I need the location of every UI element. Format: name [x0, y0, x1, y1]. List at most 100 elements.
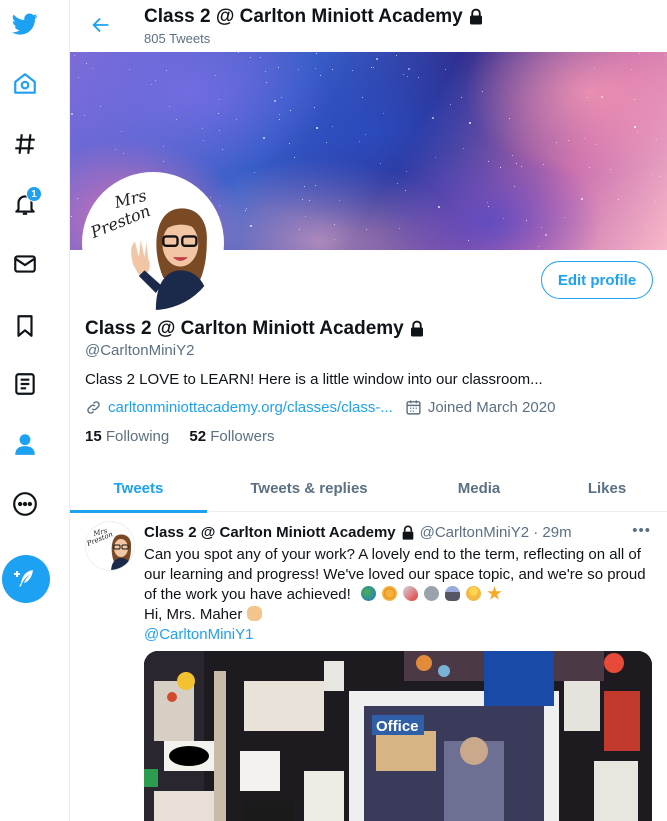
- banner-star: [645, 225, 646, 226]
- banner-star: [263, 137, 265, 139]
- banner-star: [332, 126, 333, 127]
- banner-star: [332, 69, 333, 70]
- banner-star: [279, 114, 280, 115]
- banner-star: [294, 157, 295, 158]
- bookmarks-icon[interactable]: [0, 306, 50, 346]
- banner-star: [289, 143, 290, 144]
- notification-badge: 1: [26, 186, 42, 202]
- banner-star: [115, 149, 116, 150]
- banner-star: [488, 206, 489, 207]
- tab-tweets[interactable]: Tweets: [70, 464, 207, 513]
- banner-star: [77, 198, 78, 199]
- banner-star: [432, 117, 434, 119]
- home-icon[interactable]: [0, 64, 50, 104]
- banner-star: [512, 155, 513, 156]
- banner-star: [594, 68, 595, 69]
- page-title: Class 2 @ Carlton Miniott Academy: [144, 6, 485, 28]
- banner-star: [326, 142, 327, 143]
- profile-avatar[interactable]: Mrs Preston: [82, 172, 224, 314]
- profile-name: Class 2 @ Carlton Miniott Academy: [85, 318, 426, 340]
- banner-star: [514, 186, 515, 187]
- feather-plus-icon: [14, 570, 33, 587]
- more-options-icon[interactable]: [0, 484, 50, 524]
- tab-media[interactable]: Media: [411, 464, 547, 512]
- tab-tweets-replies[interactable]: Tweets & replies: [207, 464, 411, 512]
- banner-star: [219, 99, 220, 100]
- emoji-row: [360, 586, 508, 603]
- messages-mail-icon[interactable]: [0, 244, 50, 284]
- banner-star: [245, 210, 246, 211]
- banner-star: [503, 218, 504, 219]
- profile-website-link[interactable]: carltonminiottacademy.org/classes/class-…: [108, 399, 393, 416]
- tweet-mention-link[interactable]: @CarltonMiniY1: [144, 625, 654, 645]
- followers-link[interactable]: 52 Followers: [189, 428, 274, 445]
- following-link[interactable]: 15 Following: [85, 428, 169, 445]
- lists-icon[interactable]: [0, 364, 50, 404]
- banner-star: [250, 225, 252, 227]
- edit-profile-button[interactable]: Edit profile: [541, 261, 653, 299]
- banner-star: [634, 126, 636, 128]
- banner-star: [315, 68, 316, 69]
- profile-bio: Class 2 LOVE to LEARN! Here is a little …: [85, 371, 543, 388]
- banner-star: [568, 140, 569, 141]
- banner-star: [366, 229, 367, 230]
- banner-star: [405, 190, 406, 191]
- tweet-media-image[interactable]: Office: [144, 651, 652, 821]
- banner-star: [339, 200, 340, 201]
- banner-star: [543, 164, 544, 165]
- banner-star: [397, 183, 398, 184]
- banner-star: [290, 110, 291, 111]
- tweet[interactable]: Mrs Preston Class 2 @ Carlton Miniott Ac…: [70, 513, 667, 821]
- banner-star: [298, 69, 299, 70]
- rocket-emoji-icon: [402, 586, 418, 601]
- banner-star: [169, 106, 170, 107]
- banner-star: [487, 202, 488, 203]
- banner-star: [71, 113, 73, 115]
- banner-star: [123, 153, 124, 154]
- banner-star: [521, 166, 522, 167]
- banner-star: [468, 240, 469, 241]
- twitter-logo-icon[interactable]: [0, 4, 50, 44]
- banner-star: [218, 113, 219, 114]
- banner-star: [587, 97, 588, 98]
- banner-star: [236, 119, 237, 120]
- banner-star: [584, 138, 585, 139]
- banner-star: [469, 122, 471, 124]
- profile-icon[interactable]: [0, 424, 50, 464]
- banner-star: [260, 57, 261, 58]
- banner-star: [219, 130, 220, 131]
- banner-star: [637, 131, 638, 132]
- tweet-author-name[interactable]: Class 2 @ Carlton Miniott Academy: [144, 524, 396, 541]
- banner-star: [210, 197, 211, 198]
- joined-date: Joined March 2020: [427, 399, 556, 416]
- banner-star: [652, 174, 653, 175]
- media-office-sign: Office: [376, 718, 419, 735]
- compose-tweet-button[interactable]: [2, 555, 50, 603]
- banner-star: [203, 140, 204, 141]
- banner-star: [304, 186, 305, 187]
- banner-star: [309, 200, 310, 201]
- back-arrow-icon[interactable]: [88, 12, 114, 38]
- banner-star: [461, 97, 462, 98]
- tab-likes[interactable]: Likes: [547, 464, 667, 512]
- explore-hashtag-icon[interactable]: [0, 124, 50, 164]
- banner-star: [596, 144, 597, 145]
- banner-star: [656, 139, 657, 140]
- tweet-avatar[interactable]: Mrs Preston: [85, 521, 135, 571]
- banner-star: [541, 227, 542, 228]
- banner-star: [488, 161, 489, 162]
- banner-star: [545, 234, 547, 236]
- banner-star: [84, 115, 85, 116]
- banner-star: [408, 68, 410, 70]
- profile-meta: carltonminiottacademy.org/classes/class-…: [85, 399, 555, 416]
- banner-star: [564, 217, 565, 218]
- banner-star: [373, 67, 374, 68]
- notifications-bell-icon[interactable]: 1: [0, 184, 50, 224]
- tweet-more-icon[interactable]: •••: [632, 522, 651, 539]
- banner-star: [610, 169, 611, 170]
- banner-star: [78, 77, 79, 78]
- banner-star: [371, 67, 372, 68]
- banner-star: [526, 220, 527, 221]
- banner-star: [362, 97, 363, 98]
- banner-star: [163, 146, 164, 147]
